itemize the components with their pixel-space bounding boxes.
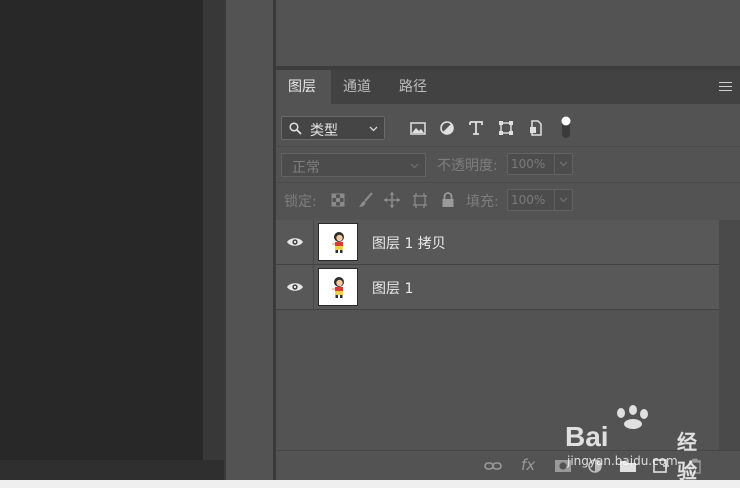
lock-all-icon[interactable]: [439, 191, 457, 209]
image-filter-icon[interactable]: [407, 117, 429, 139]
layer-row[interactable]: 图层 1 拷贝: [276, 220, 719, 265]
visibility-toggle[interactable]: [276, 265, 314, 309]
eye-icon: [287, 283, 303, 291]
new-layer-icon[interactable]: [652, 458, 670, 474]
fx-icon[interactable]: fx: [521, 456, 535, 474]
opacity-dropdown[interactable]: [554, 154, 572, 174]
lock-transparent-icon[interactable]: [329, 191, 347, 209]
chevron-down-icon: [369, 126, 378, 132]
layer-thumbnail[interactable]: [318, 223, 358, 261]
fill-field[interactable]: 100%: [507, 189, 573, 211]
row-divider: [276, 182, 740, 183]
lock-artboard-icon[interactable]: [411, 191, 429, 209]
group-icon[interactable]: [619, 458, 637, 474]
filter-kind-select[interactable]: 类型: [281, 116, 385, 140]
fill-label: 填充:: [466, 194, 499, 210]
canvas-horizontal-scrollbar[interactable]: [0, 460, 224, 480]
tab-paths[interactable]: 路径: [387, 70, 443, 104]
opacity-value: 100%: [511, 157, 546, 171]
chevron-down-icon: [559, 161, 568, 167]
adjustment-layer-icon[interactable]: [586, 458, 604, 474]
fill-value: 100%: [511, 193, 546, 207]
row-divider: [276, 146, 740, 147]
tab-label: 路径: [399, 79, 427, 95]
blend-mode-label: 正常: [292, 160, 320, 176]
filter-row: 类型: [276, 104, 740, 146]
visibility-toggle[interactable]: [276, 220, 314, 264]
layer-list-scrollbar[interactable]: [719, 220, 740, 450]
character-thumbnail-icon: [332, 232, 344, 253]
opacity-field[interactable]: 100%: [507, 153, 573, 175]
filter-toggle-icon[interactable]: [559, 114, 573, 142]
opacity-label: 不透明度:: [437, 158, 498, 174]
tab-channels[interactable]: 通道: [331, 70, 387, 104]
link-icon[interactable]: [484, 458, 502, 474]
smart-object-filter-icon[interactable]: [525, 117, 547, 139]
tab-layers[interactable]: 图层: [276, 70, 331, 104]
character-thumbnail-icon: [332, 277, 344, 298]
tab-label: 通道: [343, 79, 371, 95]
fill-dropdown[interactable]: [554, 190, 572, 210]
layer-name[interactable]: 图层 1 拷贝: [372, 233, 446, 253]
adjustment-filter-icon[interactable]: [436, 117, 458, 139]
layer-thumbnail[interactable]: [318, 268, 358, 306]
layer-name[interactable]: 图层 1: [372, 278, 413, 298]
layer-list: 图层 1 拷贝 图层 1: [276, 220, 719, 450]
status-strip: [0, 480, 740, 488]
collapsed-panel-dock: [226, 0, 273, 480]
shape-filter-icon[interactable]: [495, 117, 517, 139]
layers-bottom-toolbar: fx: [276, 450, 740, 481]
panel-tab-bar: 图层 通道 路径: [276, 70, 740, 104]
chevron-down-icon: [559, 197, 568, 203]
lock-image-icon[interactable]: [357, 191, 375, 209]
panel-menu-icon[interactable]: [719, 82, 732, 91]
lock-position-icon[interactable]: [383, 191, 401, 209]
layer-row[interactable]: 图层 1: [276, 265, 719, 310]
upper-panel: [276, 0, 740, 66]
mask-icon[interactable]: [554, 458, 572, 474]
canvas-vertical-scrollbar[interactable]: [203, 0, 224, 460]
type-filter-icon[interactable]: [465, 117, 487, 139]
tab-label: 图层: [288, 79, 316, 95]
blend-mode-select[interactable]: 正常: [281, 153, 426, 177]
lock-label: 锁定:: [284, 194, 317, 210]
filter-kind-label: 类型: [310, 123, 338, 139]
chevron-down-icon: [410, 163, 419, 169]
canvas-area[interactable]: [0, 0, 203, 460]
eye-icon: [287, 238, 303, 246]
layers-panel: 图层 通道 路径 类型 正常 不透明度: 100% 锁定: 填充: 100% 图…: [276, 70, 740, 481]
trash-icon[interactable]: [686, 458, 704, 474]
search-icon: [289, 122, 302, 135]
